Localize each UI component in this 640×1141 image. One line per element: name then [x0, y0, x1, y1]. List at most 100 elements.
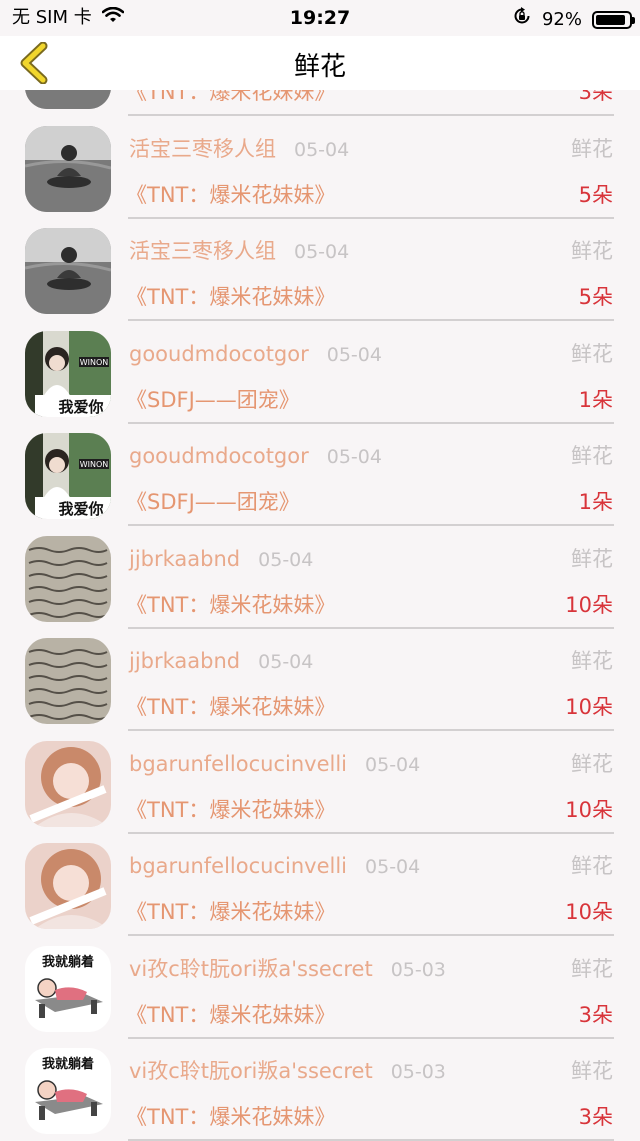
username[interactable]: vi孜c聆t朊ori叛a'ssecret — [129, 1053, 373, 1089]
handwriting-avatar-image — [25, 638, 111, 724]
name-line: 活宝三枣移人组 05-04 — [129, 131, 349, 167]
page-title: 鲜花 — [293, 52, 346, 82]
gift-type: 鲜花 — [571, 751, 613, 776]
avatar[interactable] — [25, 535, 111, 622]
work-title-link[interactable]: 《SDFJ——团宠》 — [126, 484, 300, 520]
gift-count: 1朵 — [578, 490, 613, 514]
flower-gift-list: 《TNT：爆米花妹妹》 3朵 活宝三枣移人组 05-04 鲜花 《TNT：爆米花妹妹》 5朵… — [0, 5, 640, 1141]
work-title-link[interactable]: 《TNT：爆米花妹妹》 — [126, 894, 335, 930]
lying-cartoon-avatar-image: 我就躺着 — [25, 1048, 111, 1134]
gift-type: 鲜花 — [571, 239, 613, 263]
pink-girl-avatar-image — [25, 843, 111, 929]
avatar[interactable]: 我就躺着 — [25, 945, 111, 1032]
name-line: vi孜c聆t朊ori叛a'ssecret 05-03 — [129, 1053, 446, 1089]
gift-date: 05-04 — [365, 856, 421, 878]
name-line: 活宝三枣移人组 05-04 — [129, 233, 349, 269]
handwriting-avatar-image — [25, 535, 111, 622]
gift-row[interactable]: jjbrkaabnd 05-04 鲜花《TNT：爆米花妹妹》 10朵 — [0, 620, 640, 731]
work-title-link[interactable]: 《TNT：爆米花妹妹》 — [126, 587, 335, 623]
avatar[interactable]: 我爱你 WINON — [25, 433, 111, 519]
work-title-link[interactable]: 《TNT：爆米花妹妹》 — [126, 177, 335, 213]
gift-date: 05-04 — [326, 446, 382, 468]
username[interactable]: 活宝三枣移人组 — [129, 233, 276, 269]
avatar-sign-text: WINON — [80, 358, 109, 367]
avatar-caption: 我爱你 — [58, 500, 103, 518]
name-line: jjbrkaabnd 05-04 — [129, 541, 313, 577]
work-title-link[interactable]: 《TNT：爆米花妹妹》 — [126, 792, 335, 828]
gift-row[interactable]: 我爱你 WINON gooudmdocotgor 05-04 鲜花《SDFJ——团宠》 1… — [0, 313, 640, 424]
name-line: gooudmdocotgor 05-04 — [129, 336, 382, 372]
gift-date: 05-04 — [294, 241, 350, 263]
avatar-caption: 我就躺着 — [42, 954, 94, 970]
work-title-link[interactable]: 《TNT：爆米花妹妹》 — [126, 279, 335, 315]
gift-count: 10朵 — [565, 592, 613, 617]
avatar[interactable] — [25, 740, 111, 827]
username[interactable]: gooudmdocotgor — [129, 438, 309, 474]
gift-type: 鲜花 — [571, 136, 613, 161]
gift-date: 05-04 — [258, 548, 314, 571]
gift-type: 鲜花 — [571, 1059, 613, 1083]
username[interactable]: 活宝三枣移人组 — [129, 131, 276, 167]
gift-row[interactable]: 活宝三枣移人组 05-04 鲜花《TNT：爆米花妹妹》 5朵 — [0, 210, 640, 321]
gift-date: 05-04 — [326, 343, 382, 366]
avatar[interactable] — [25, 125, 111, 212]
grass-boy-avatar-image — [25, 228, 111, 314]
gift-type: 鲜花 — [571, 956, 613, 981]
username[interactable]: jjbrkaabnd — [129, 643, 240, 679]
gift-count: 1朵 — [578, 387, 613, 412]
gift-count: 3朵 — [578, 1002, 613, 1027]
name-line: jjbrkaabnd 05-04 — [129, 643, 313, 679]
rotation-lock-icon — [512, 6, 532, 33]
battery-icon — [592, 10, 635, 29]
battery-percent: 92% — [541, 8, 582, 30]
gift-count: 5朵 — [578, 182, 613, 207]
gift-count: 3朵 — [578, 1105, 613, 1129]
avatar[interactable] — [25, 638, 111, 724]
name-line: vi孜c聆t朊ori叛a'ssecret 05-03 — [129, 951, 446, 987]
girl-window-avatar-image: 我爱你 WINON — [25, 330, 111, 417]
gift-count: 10朵 — [565, 695, 613, 719]
name-line: gooudmdocotgor 05-04 — [129, 438, 382, 474]
gift-row[interactable]: 活宝三枣移人组 05-04 鲜花《TNT：爆米花妹妹》 5朵 — [0, 108, 640, 219]
name-line: bgarunfellocucinvelli 05-04 — [129, 746, 420, 782]
gift-row[interactable]: jjbrkaabnd 05-04 鲜花 《TNT：爆米花妹妹》 10朵 — [0, 518, 640, 629]
avatar[interactable]: 我爱你 WINON — [25, 330, 111, 417]
gift-type: 鲜花 — [571, 444, 613, 468]
username[interactable]: vi孜c聆t朊ori叛a'ssecret — [129, 951, 373, 987]
username[interactable]: jjbrkaabnd — [129, 541, 240, 577]
gift-type: 鲜花 — [571, 649, 613, 673]
gift-row[interactable]: 我就躺着 vi孜c聆t朊ori叛a'ssecret 05-03 鲜花《TNT：爆米花妹… — [0, 1030, 640, 1141]
nav-bar: 鲜花 — [0, 36, 640, 90]
avatar-sign-text: WINON — [80, 460, 109, 469]
work-title-link[interactable]: 《SDFJ——团宠》 — [126, 382, 300, 418]
status-right: 92% — [512, 6, 635, 33]
name-line: bgarunfellocucinvelli 05-04 — [129, 848, 420, 884]
gift-count: 10朵 — [565, 797, 613, 822]
gift-row[interactable]: 我爱你 WINON gooudmdocotgor 05-04 鲜花《SDFJ——团宠》 1… — [0, 415, 640, 526]
gift-row[interactable]: bgarunfellocucinvelli 05-04 鲜花 《TNT：爆米花妹妹》 1… — [0, 825, 640, 936]
gift-row[interactable]: bgarunfellocucinvelli 05-04 鲜花《TNT：爆米花妹妹》 1… — [0, 723, 640, 834]
work-title-link[interactable]: 《TNT：爆米花妹妹》 — [126, 1099, 335, 1135]
avatar[interactable] — [25, 843, 111, 929]
gift-date: 05-04 — [365, 753, 421, 776]
pink-girl-avatar-image — [25, 740, 111, 827]
gift-count: 5朵 — [578, 285, 613, 309]
gift-date: 05-03 — [390, 958, 446, 981]
username[interactable]: bgarunfellocucinvelli — [129, 746, 347, 782]
username[interactable]: bgarunfellocucinvelli — [129, 848, 347, 884]
work-title-link[interactable]: 《TNT：爆米花妹妹》 — [126, 689, 335, 725]
gift-date: 05-04 — [294, 138, 350, 161]
gift-date: 05-03 — [390, 1061, 446, 1083]
lying-cartoon-avatar-image: 我就躺着 — [25, 945, 111, 1032]
work-title-link[interactable]: 《TNT：爆米花妹妹》 — [126, 997, 335, 1033]
gift-row[interactable]: 我就躺着 vi孜c聆t朊ori叛a'ssecret 05-03 鲜花《TNT：爆米花妹… — [0, 928, 640, 1039]
grass-boy-avatar-image — [25, 125, 111, 212]
avatar-caption: 我爱你 — [58, 398, 103, 416]
avatar[interactable]: 我就躺着 — [25, 1048, 111, 1134]
gift-date: 05-04 — [258, 651, 314, 673]
avatar[interactable] — [25, 228, 111, 314]
gift-type: 鲜花 — [571, 341, 613, 366]
status-bar: 无 SIM 卡 19:27 92% — [0, 0, 640, 36]
battery-fill — [596, 14, 626, 25]
username[interactable]: gooudmdocotgor — [129, 336, 309, 372]
